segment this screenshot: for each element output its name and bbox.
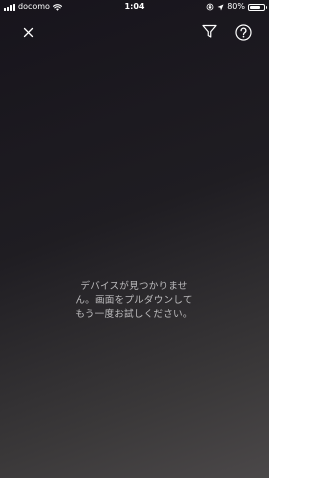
- filter-button[interactable]: [199, 21, 219, 41]
- battery-level: [250, 5, 261, 9]
- empty-state-message: デバイスが見つかりませ ん。画面をプルダウンして もう一度お試しください。: [58, 280, 210, 322]
- empty-message-line: デバイスが見つかりませ: [80, 281, 188, 292]
- device-list-screen: docomo 1:04 80% デバイスが見つかりませ ん。画面をプルダウンして…: [0, 0, 269, 478]
- close-icon: [23, 27, 33, 37]
- battery-percent: 80%: [227, 2, 245, 11]
- location-icon: [217, 4, 224, 10]
- status-bar: docomo 1:04 80%: [0, 0, 269, 14]
- empty-message-line: ん。画面をプルダウンして: [75, 295, 193, 306]
- filter-icon: [201, 24, 217, 38]
- close-button[interactable]: [18, 22, 38, 42]
- help-button[interactable]: [232, 21, 254, 43]
- help-icon: [234, 23, 252, 41]
- orientation-lock-icon: [206, 3, 214, 11]
- battery-icon: [248, 3, 267, 11]
- status-right: 80%: [206, 0, 267, 14]
- empty-message-line: もう一度お試しください。: [75, 309, 193, 320]
